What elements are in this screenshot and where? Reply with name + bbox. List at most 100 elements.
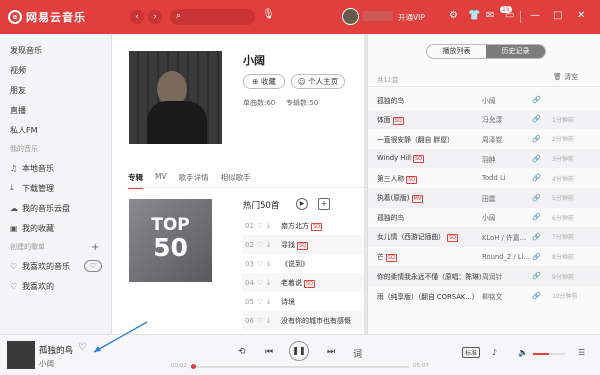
now-playing-artist[interactable]: 小阔 xyxy=(39,358,54,369)
heart-icon: ♡ xyxy=(10,281,18,291)
link-icon[interactable]: 🔗 xyxy=(532,96,552,104)
download-icon: ⤓ xyxy=(10,183,14,192)
clear-button[interactable]: 🗑 清空 xyxy=(553,72,578,82)
collect-button[interactable]: ⊕ 收藏 xyxy=(243,74,285,89)
volume-icon[interactable]: 🔈 xyxy=(518,348,528,357)
download-icon[interactable]: ⤓ xyxy=(267,240,281,249)
maximize-icon[interactable]: □ xyxy=(553,10,562,21)
list-item[interactable]: 体面 SQ 冯允漾 🔗 1分钟前 xyxy=(368,109,600,130)
lyrics-button[interactable]: 词 xyxy=(353,347,362,360)
list-item[interactable]: 一直很安静（翻自 胖屋） 周泽锟 🔗 2分钟前 xyxy=(368,129,600,149)
time-current: 00:02 xyxy=(171,363,187,369)
table-row[interactable]: 06 ♡ ⤓ 没有你的城市也有感慨 xyxy=(242,311,367,330)
sidebar-item-fm[interactable]: 私人FM xyxy=(0,120,111,140)
link-icon[interactable]: 🔗 xyxy=(532,213,552,221)
back-button[interactable]: ‹ xyxy=(130,10,144,24)
link-icon[interactable]: 🔗 xyxy=(532,155,552,163)
table-row[interactable]: 05 ♡ ⤓ 诗境 xyxy=(242,292,367,311)
play-all-button[interactable]: ▶ xyxy=(296,198,308,210)
search-input[interactable]: ⌕ xyxy=(170,9,255,25)
sidebar-item-liked-music[interactable]: ♡ 我喜欢的音乐 ♡ xyxy=(0,256,111,276)
download-icon[interactable]: ⤓ xyxy=(267,297,281,306)
mail-icon[interactable]: ✉ xyxy=(486,10,494,21)
download-icon[interactable]: ⤓ xyxy=(267,259,281,268)
link-icon[interactable]: 🔗 xyxy=(532,194,552,202)
sidebar-item-video[interactable]: 视频 xyxy=(0,60,111,80)
heart-icon[interactable]: ♡ xyxy=(78,342,87,353)
sidebar-item-collection[interactable]: ▣ 我的收藏 xyxy=(0,218,111,238)
list-item[interactable]: Windy Hill SQ 羽肿 🔗 3分钟前 xyxy=(368,148,600,169)
list-item[interactable]: 雨（纯享版）（翻自 CORSAK...） 柳铭文 🔗 10分钟前 xyxy=(368,286,600,306)
list-item[interactable]: 孤独的鸟 小阔 🔗 xyxy=(368,90,600,110)
username-blurred[interactable] xyxy=(363,11,393,21)
table-row[interactable]: 03 ♡ ⤓ 《说到》 xyxy=(242,254,367,273)
sidebar-item-local-music[interactable]: ♫ 本地音乐 xyxy=(0,158,111,178)
homepage-button[interactable]: ☺ 个人主页 xyxy=(291,74,345,89)
previous-track-icon[interactable]: ⏮ xyxy=(265,347,273,357)
list-item[interactable]: 芒 SQ Round_2 / Li... 🔗 8分钟前 xyxy=(368,247,600,267)
sq-badge: SQ xyxy=(413,155,425,164)
link-icon[interactable]: 🔗 xyxy=(532,233,552,241)
avatar[interactable] xyxy=(342,8,359,25)
progress-bar[interactable] xyxy=(191,364,409,369)
heart-icon[interactable]: ♡ xyxy=(257,260,267,268)
link-icon[interactable]: 🔗 xyxy=(532,292,552,300)
list-item[interactable]: 女儿情（西游记插曲） SQ KLoH / 许嘉... 🔗 7分钟前 xyxy=(368,227,600,247)
sidebar-item-cloud[interactable]: ☁ 我的音乐云盘 xyxy=(0,198,111,218)
quality-badge[interactable]: 标准 xyxy=(462,347,481,358)
sidebar-item-live[interactable]: 直播 xyxy=(0,100,111,120)
add-playlist-button[interactable]: + xyxy=(91,242,99,253)
sidebar-item-liked[interactable]: ♡ 我喜欢的 xyxy=(0,276,111,296)
link-icon[interactable]: 🔗 xyxy=(532,135,552,143)
list-item[interactable]: 孤独的鸟 小阔 🔗 6分钟前 xyxy=(368,208,600,228)
link-icon[interactable]: 🔗 xyxy=(532,174,552,182)
close-icon[interactable]: ✕ xyxy=(577,10,585,21)
link-icon[interactable]: 🔗 xyxy=(532,253,552,261)
playlist-icon[interactable]: ☰ xyxy=(578,348,585,357)
forward-button[interactable]: › xyxy=(148,10,162,24)
list-item[interactable]: 你的柔情我永远不懂（原唱：陈琳） 周润针 🔗 9分钟前 xyxy=(368,266,600,286)
link-icon[interactable]: 🔗 xyxy=(532,115,552,123)
heartbeat-mode-icon[interactable]: ♡ xyxy=(84,260,102,272)
now-playing-cover[interactable] xyxy=(7,341,35,369)
heart-icon[interactable]: ♡ xyxy=(257,222,267,230)
next-track-icon[interactable]: ⏭ xyxy=(327,347,335,357)
progress-handle[interactable] xyxy=(191,364,197,369)
heart-icon[interactable]: ♡ xyxy=(257,241,267,249)
table-row[interactable]: 02 ♡ ⤓ 寻找 SQ xyxy=(242,235,367,254)
list-item[interactable]: 执着(原版) MV 田震 🔗 5分钟前 xyxy=(368,187,600,208)
sidebar-item-downloads[interactable]: ⤓ 下载管理 xyxy=(0,178,111,198)
add-to-playlist-button[interactable]: + xyxy=(318,198,330,210)
mv-badge[interactable]: MV xyxy=(411,195,424,204)
heart-icon[interactable]: ♡ xyxy=(257,279,267,287)
tab-history[interactable]: 历史记录 xyxy=(486,45,545,58)
download-icon[interactable]: ⤓ xyxy=(267,278,281,287)
history-count: 共11首 xyxy=(377,76,399,84)
sidebar: 发现音乐 视频 朋友 直播 私人FM 我的音乐 ♫ 本地音乐 ⤓ 下载管理 ☁ 我的音… xyxy=(0,34,112,334)
hot-songs-title: 热门50首 xyxy=(243,201,280,211)
mini-mode-icon[interactable]: ▭ xyxy=(505,10,514,21)
sound-effect-icon[interactable]: ♪ xyxy=(492,348,497,357)
download-icon[interactable]: ⤓ xyxy=(267,221,281,230)
minimize-icon[interactable]: — xyxy=(530,10,540,21)
sidebar-item-discover[interactable]: 发现音乐 xyxy=(0,40,111,60)
skin-icon[interactable]: 👕 xyxy=(468,10,480,21)
top50-cover[interactable]: TOP 50 xyxy=(129,199,212,282)
heart-icon[interactable]: ♡ xyxy=(257,317,267,325)
list-item[interactable]: 第三人称 SQ Todd Li 🔗 4分钟前 xyxy=(368,168,600,188)
download-icon[interactable]: ⤓ xyxy=(267,316,281,325)
tab-playlist[interactable]: 播放列表 xyxy=(427,45,486,58)
pause-button[interactable]: ❚❚ xyxy=(289,341,309,361)
microphone-icon[interactable]: 🎙 xyxy=(262,9,275,20)
table-row[interactable]: 01 ♡ ⤓ 南方北方 SQ xyxy=(242,216,367,235)
heart-icon[interactable]: ♡ xyxy=(257,298,267,306)
link-icon[interactable]: 🔗 xyxy=(532,272,552,280)
now-playing-title[interactable]: 孤独的鸟 xyxy=(39,344,73,356)
app-logo[interactable]: e 网易云音乐 xyxy=(8,9,86,25)
table-row[interactable]: 04 ♡ ⤓ 老着说 SQ xyxy=(242,273,367,292)
gear-icon[interactable]: ⚙ xyxy=(449,10,458,21)
sidebar-item-friends[interactable]: 朋友 xyxy=(0,80,111,100)
volume-slider[interactable] xyxy=(533,353,565,355)
vip-link[interactable]: 开通VIP xyxy=(398,12,425,23)
repeat-icon[interactable]: ⟲ xyxy=(238,347,246,357)
